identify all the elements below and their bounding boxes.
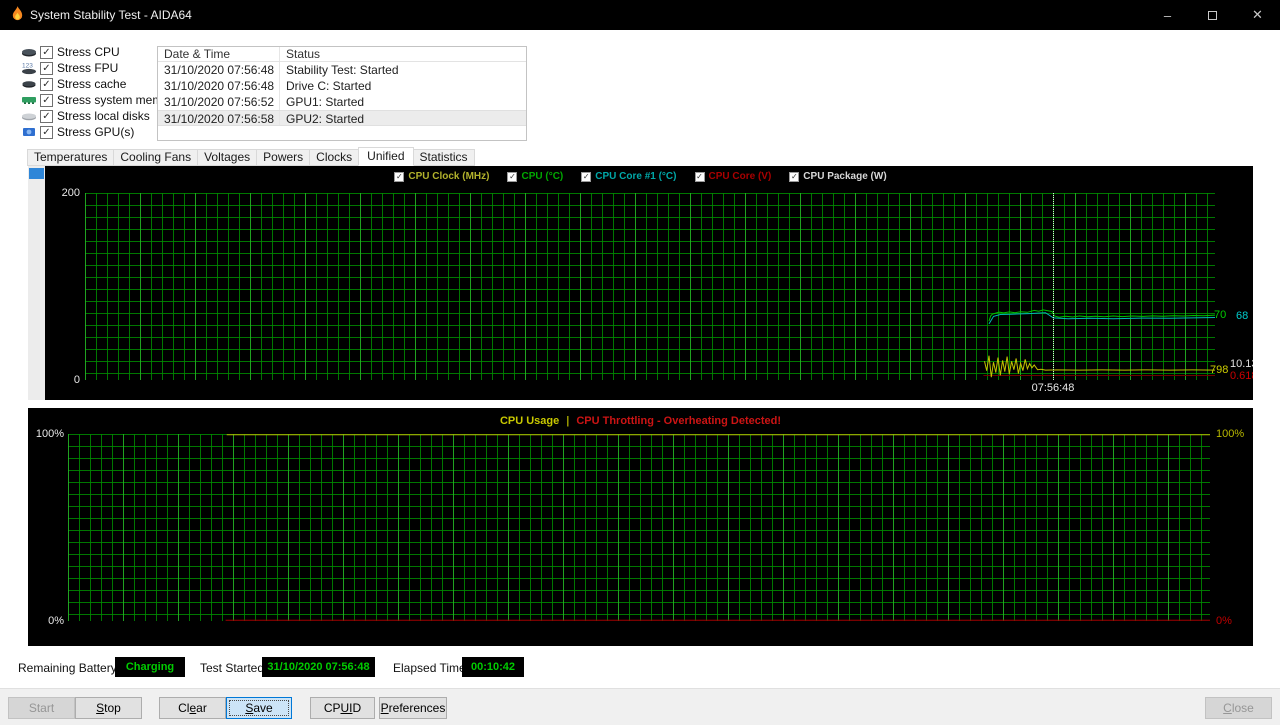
cpu-usage-chart: CPU Usage | CPU Throttling - Overheating… <box>28 408 1253 646</box>
legend-cpu-temp[interactable]: ✓ CPU (°C) <box>507 171 563 182</box>
log-row[interactable]: 31/10/2020 07:56:48 Drive C: Started <box>158 78 526 94</box>
stress-fpu-row: 123 ✓ Stress FPU <box>20 60 118 76</box>
cache-icon <box>20 77 38 91</box>
time-axis-label: 07:56:48 <box>1031 382 1075 394</box>
tab-statistics[interactable]: Statistics <box>412 149 475 166</box>
throttling-warning: CPU Throttling - Overheating Detected! <box>576 415 782 427</box>
stress-cache-row: ✓ Stress cache <box>20 76 126 92</box>
legend-checkbox-icon[interactable]: ✓ <box>394 171 405 182</box>
stress-gpu-checkbox[interactable]: ✓ <box>40 125 53 139</box>
throttle-right-min-label: 0% <box>1216 615 1232 627</box>
y-axis-min-label: 0 <box>73 374 80 386</box>
minimize-button[interactable]: – <box>1145 0 1190 30</box>
stress-memory-row: ✓ Stress system memory <box>20 92 179 108</box>
log-row[interactable]: 31/10/2020 07:56:52 GPU1: Started <box>158 94 526 110</box>
elapsed-time-label: Elapsed Time: <box>393 661 470 675</box>
tab-clocks[interactable]: Clocks <box>309 149 360 166</box>
stress-cache-label: Stress cache <box>57 77 127 91</box>
svg-text:123: 123 <box>22 63 33 70</box>
battery-value-box: Charging <box>115 657 185 677</box>
bottom-chart-title: CPU Usage | CPU Throttling - Overheating… <box>28 415 1253 427</box>
clear-button[interactable]: Clear <box>159 697 226 719</box>
cpu-clock-value: 798 <box>1210 364 1229 376</box>
stress-cpu-checkbox[interactable]: ✓ <box>40 45 53 59</box>
legend-checkbox-icon[interactable]: ✓ <box>694 171 705 182</box>
event-log-table: Date & Time Status 31/10/2020 07:56:48 S… <box>157 46 527 141</box>
stress-memory-checkbox[interactable]: ✓ <box>40 93 53 107</box>
stop-button[interactable]: Stop <box>75 697 142 719</box>
stress-cpu-row: ✓ Stress CPU <box>20 44 120 60</box>
stress-gpu-label: Stress GPU(s) <box>57 125 135 139</box>
elapsed-time-value-box: 00:10:42 <box>462 657 524 677</box>
y-axis-max-label: 200 <box>61 187 80 199</box>
chart-tabbar: Temperatures Cooling Fans Voltages Power… <box>27 147 475 166</box>
title-separator: | <box>566 415 570 427</box>
legend-cpu-core1-temp[interactable]: ✓ CPU Core #1 (°C) <box>581 171 677 182</box>
preferences-button[interactable]: Preferences <box>379 697 447 719</box>
maximize-button[interactable] <box>1190 0 1235 30</box>
test-started-value-box: 31/10/2020 07:56:48 <box>262 657 375 677</box>
close-button[interactable]: Close <box>1205 697 1272 719</box>
disk-icon <box>20 109 38 123</box>
cpuid-button[interactable]: CPUID <box>310 697 375 719</box>
stress-gpu-row: ✓ Stress GPU(s) <box>20 124 134 140</box>
usage-right-max-label: 100% <box>1216 428 1245 440</box>
stress-cache-checkbox[interactable]: ✓ <box>40 77 53 91</box>
tab-temperatures[interactable]: Temperatures <box>27 149 115 166</box>
top-chart-series <box>983 309 1215 378</box>
test-started-label: Test Started: <box>200 661 268 675</box>
stress-disks-checkbox[interactable]: ✓ <box>40 109 53 123</box>
log-row-selected[interactable]: 31/10/2020 07:56:58 GPU2: Started <box>158 110 526 126</box>
stability-test-window: System Stability Test - AIDA64 – ✕ ✓ Str… <box>0 0 1280 725</box>
cpu-package-value: 10.13 <box>1230 358 1253 370</box>
stress-cpu-label: Stress CPU <box>57 45 120 59</box>
bottom-chart-series <box>225 434 1210 621</box>
close-window-button[interactable]: ✕ <box>1235 0 1280 30</box>
flame-app-icon <box>10 6 25 28</box>
tab-cooling-fans[interactable]: Cooling Fans <box>113 149 199 166</box>
stress-disks-label: Stress local disks <box>57 109 150 123</box>
tab-voltages[interactable]: Voltages <box>197 149 258 166</box>
cpu-temp-value: 70 <box>1214 309 1227 321</box>
fpu-icon: 123 <box>20 61 38 75</box>
cpu-core1-temp-value: 68 <box>1236 310 1249 322</box>
top-chart-legend: ✓ CPU Clock (MHz) ✓ CPU (°C) ✓ CPU Core … <box>28 171 1253 182</box>
time-marker-line <box>1053 193 1054 380</box>
cpu-icon <box>20 45 38 59</box>
maximize-icon <box>1208 10 1217 20</box>
legend-cpu-clock[interactable]: ✓ CPU Clock (MHz) <box>394 171 489 182</box>
log-row[interactable]: 31/10/2020 07:56:48 Stability Test: Star… <box>158 62 526 78</box>
unified-top-chart: ✓ CPU Clock (MHz) ✓ CPU (°C) ✓ CPU Core … <box>28 166 1253 400</box>
memory-icon <box>20 93 38 107</box>
cpu-usage-title: CPU Usage <box>499 415 560 427</box>
chart-scrollbar[interactable] <box>28 166 45 400</box>
usage-left-min-label: 0% <box>48 615 64 627</box>
legend-checkbox-icon[interactable]: ✓ <box>581 171 592 182</box>
legend-checkbox-icon[interactable]: ✓ <box>507 171 518 182</box>
button-bar: Start Stop Clear Save CPUID Preferences … <box>0 688 1280 725</box>
legend-cpu-package[interactable]: ✓ CPU Package (W) <box>789 171 887 182</box>
window-title: System Stability Test - AIDA64 <box>30 8 192 22</box>
stress-fpu-label: Stress FPU <box>57 61 119 75</box>
tab-unified[interactable]: Unified <box>358 147 414 166</box>
stress-fpu-checkbox[interactable]: ✓ <box>40 61 53 75</box>
stress-disks-row: ✓ Stress local disks <box>20 108 150 124</box>
legend-checkbox-icon[interactable]: ✓ <box>789 171 800 182</box>
cpu-core-voltage-value: 0.618 <box>1230 370 1253 382</box>
log-col-datetime[interactable]: Date & Time <box>158 47 280 61</box>
legend-cpu-core-voltage[interactable]: ✓ CPU Core (V) <box>694 171 771 182</box>
save-button[interactable]: Save <box>226 697 292 719</box>
battery-label: Remaining Battery: <box>18 661 121 675</box>
close-icon: ✕ <box>1252 7 1263 22</box>
gpu-icon <box>20 125 38 139</box>
usage-left-max-label: 100% <box>35 428 64 440</box>
log-header-row: Date & Time Status <box>158 47 526 62</box>
tab-powers[interactable]: Powers <box>256 149 311 166</box>
log-col-status[interactable]: Status <box>280 47 526 61</box>
start-button[interactable]: Start <box>8 697 75 719</box>
title-bar: System Stability Test - AIDA64 – ✕ <box>0 0 1280 30</box>
minimize-icon: – <box>1163 7 1172 23</box>
